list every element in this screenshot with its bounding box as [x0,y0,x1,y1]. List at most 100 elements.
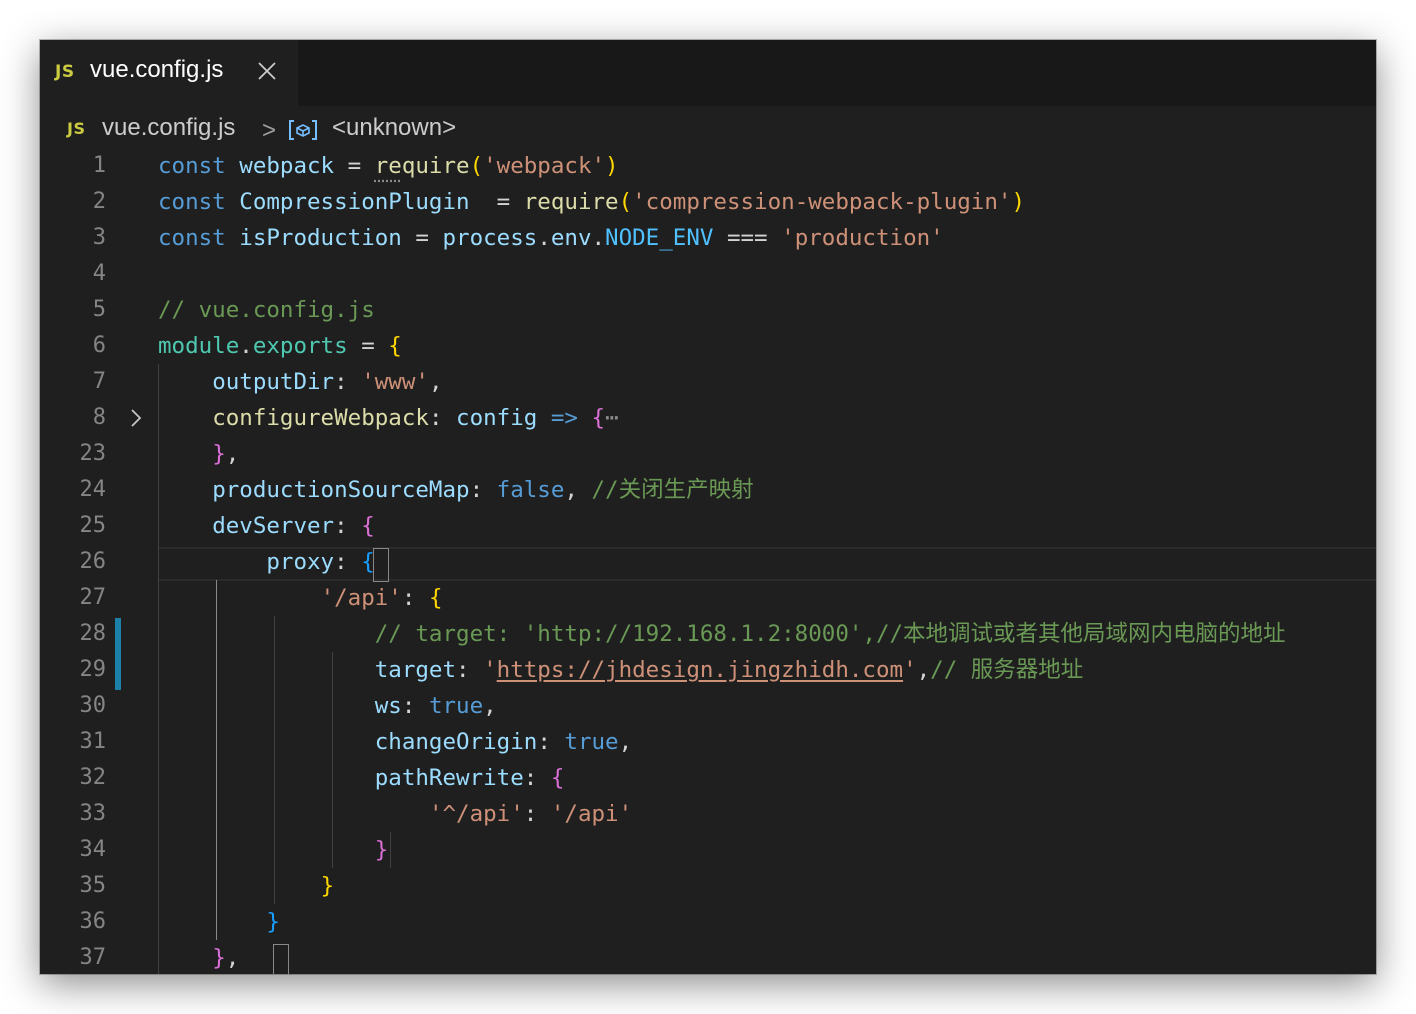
tab-vue-config[interactable]: JS vue.config.js [40,40,298,106]
close-icon[interactable] [256,60,278,82]
tab-title: vue.config.js [90,56,224,83]
code-line[interactable]: 29 target: 'https://jhdesign.jingzhidh.c… [40,652,1376,688]
code-token: ) [1011,189,1025,215]
code-line[interactable]: 1 const webpack = require('webpack') [40,148,1376,184]
line-number: 26 [79,549,107,574]
code-editor[interactable]: 1 const webpack = require('webpack') 2 cons… [40,148,1376,974]
code-text: outputDir: 'www', [158,364,442,400]
code-token: isProduction [239,225,402,251]
code-text: } [158,832,389,868]
code-token: : [334,369,362,395]
code-text: '/api': { [158,580,443,616]
code-line[interactable]: 3 const isProduction = process.env.NODE_E… [40,220,1376,256]
code-token: = [334,153,375,179]
code-token: '/api' [550,801,633,827]
code-line[interactable]: 31 changeOrigin: true, [40,724,1376,760]
code-line[interactable]: 24 productionSourceMap: false, //关闭生产映射 [40,472,1376,508]
breadcrumb-file[interactable]: vue.config.js [102,114,235,142]
code-token: false [496,477,565,503]
code-line[interactable]: 7 outputDir: 'www', [40,364,1376,400]
code-token: ( [618,189,633,215]
code-line[interactable]: 6 module.exports = { [40,328,1376,364]
code-line[interactable]: 23 }, [40,436,1376,472]
code-token: { [591,405,606,431]
fold-chevron-icon[interactable] [128,408,144,428]
line-number: 1 [92,153,106,178]
code-line[interactable]: 28 // target: 'http://192.168.1.2:8000',… [40,616,1376,652]
code-token: process [442,225,538,251]
code-token: . [591,225,606,251]
code-line[interactable]: 4 [40,256,1376,292]
code-token: require [523,189,619,215]
code-line[interactable]: 34 } [40,832,1376,868]
code-line[interactable]: 30 ws: true, [40,688,1376,724]
code-token: { [388,333,402,359]
code-token: , [428,369,443,395]
line-number: 27 [79,585,107,610]
code-token: const [158,153,226,179]
code-line[interactable]: 8 configureWebpack: config => {⋯ [40,400,1376,436]
code-text: const webpack = require('webpack') [158,148,619,184]
code-line[interactable]: 35 } [40,868,1376,904]
code-line[interactable]: 27 '/api': { [40,580,1376,616]
code-text: target: 'https://jhdesign.jingzhidh.com'… [158,652,1084,688]
code-text: changeOrigin: true, [158,724,632,760]
code-token: true [428,693,484,719]
code-token: config [456,405,538,431]
code-line[interactable]: 26 proxy: { [40,544,1376,580]
code-token: '^/api' [428,801,524,827]
code-line[interactable]: 5 // vue.config.js [40,292,1376,328]
js-file-icon: JS [55,62,75,82]
code-token: : [537,729,565,755]
code-token: const [158,189,226,215]
line-number: 2 [92,189,106,214]
line-number: 24 [79,477,107,502]
code-token: === [713,225,782,251]
line-number: 32 [79,765,107,790]
code-line[interactable]: 33 '^/api': '/api' [40,796,1376,832]
code-token: 'www' [361,369,429,395]
code-token: = [347,333,389,359]
code-text: proxy: { [158,544,374,580]
code-token: quire [401,153,470,179]
code-text: } [158,868,335,904]
code-token: . [537,225,551,251]
line-number: 8 [92,405,106,430]
code-line[interactable]: 25 devServer: { [40,508,1376,544]
code-token: ' [903,657,917,683]
js-file-icon: JS [67,119,86,138]
code-token: ⋯ [605,405,619,431]
line-number: 37 [79,945,107,970]
breadcrumb-symbol[interactable]: <unknown> [332,114,456,142]
code-token: webpack [239,153,335,179]
code-token: , [618,729,633,755]
line-number: 7 [92,369,106,394]
code-token: } [374,837,389,863]
code-token: : [334,549,362,575]
code-token: } [320,873,335,899]
code-token: } [212,441,226,467]
code-line[interactable]: 2 const CompressionPlugin = require('comp… [40,184,1376,220]
code-text: } [158,904,280,940]
code-token: { [361,513,375,539]
code-token: https://jhdesign.jingzhidh.com [496,657,904,683]
code-line[interactable]: 36 } [40,904,1376,940]
code-line[interactable]: 32 pathRewrite: { [40,760,1376,796]
line-number: 28 [79,621,107,646]
code-token: 'webpack' [483,153,606,179]
code-text: // vue.config.js [158,292,375,328]
code-line[interactable]: 37 }, [40,940,1376,974]
code-token: target [374,657,457,683]
